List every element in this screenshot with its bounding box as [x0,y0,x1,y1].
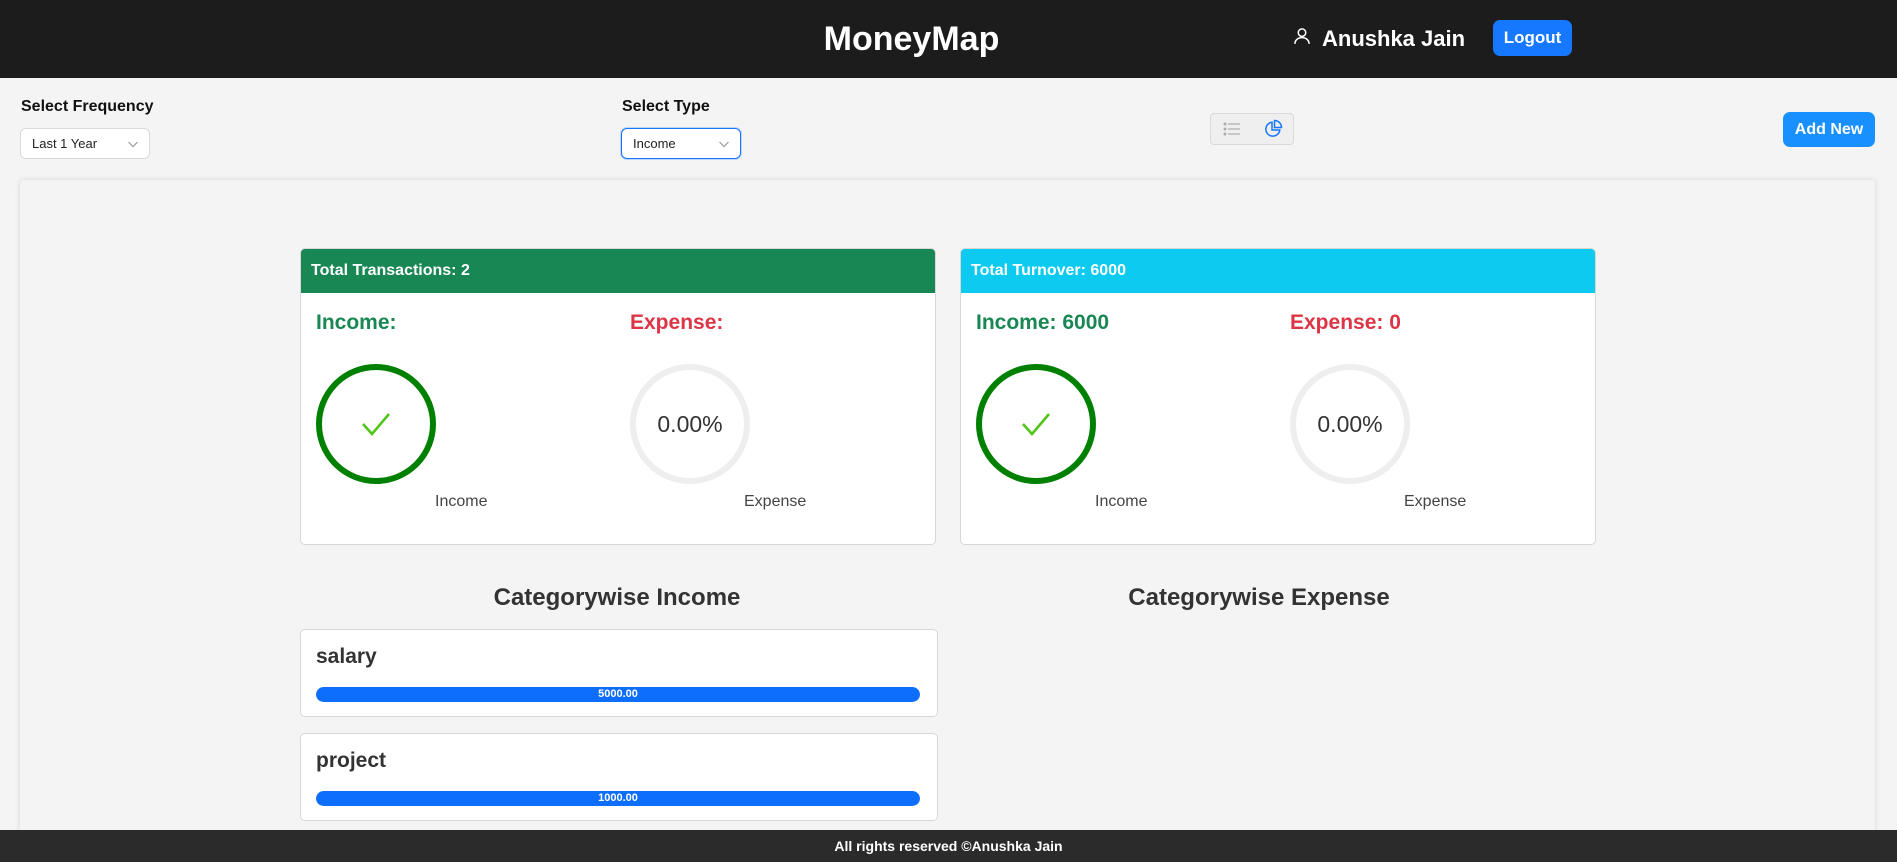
list-view-toggle[interactable] [1211,114,1252,144]
frequency-label: Select Frequency [21,98,154,115]
category-progress-track: 5000.00 [316,687,920,702]
list-icon [1222,122,1240,136]
check-icon [362,413,390,436]
analytics-panel [20,180,1875,862]
income-ring-label: Income [1095,493,1148,510]
chevron-down-icon [719,141,729,147]
user-menu[interactable]: Anushka Jain [1292,22,1465,56]
total-turnover-header: Total Turnover: 6000 [961,249,1595,293]
expense-percent: 0.00% [1317,411,1383,437]
type-select[interactable]: Income [621,128,741,159]
category-progress-track: 1000.00 [316,791,920,806]
total-transactions-header: Total Transactions: 2 [301,249,935,293]
top-navbar: MoneyMap Anushka Jain Logout [0,0,1897,78]
type-label: Select Type [622,98,710,115]
categorywise-expense-title: Categorywise Expense [1128,584,1390,611]
user-icon [1292,26,1312,52]
expense-ring-label: Expense [1404,493,1467,510]
frequency-select[interactable]: Last 1 Year [20,128,150,159]
pie-chart-icon [1264,119,1282,137]
income-progress-ring [976,364,1096,484]
expense-title: Expense: [630,311,724,334]
check-icon [1022,413,1050,436]
logout-button[interactable]: Logout [1493,20,1572,56]
income-ring-label: Income [435,493,488,510]
expense-percent: 0.00% [657,411,723,437]
category-card: salary 5000.00 [300,629,938,717]
categorywise-income-title: Categorywise Income [493,584,741,611]
income-title: Income: [316,311,397,334]
user-name: Anushka Jain [1322,26,1466,51]
category-progress-bar: 5000.00 [316,687,920,702]
expense-ring-label: Expense [744,493,807,510]
expense-title: Expense: 0 [1290,311,1401,334]
category-name: salary [316,645,377,668]
total-transactions-card: Total Transactions: 2 Income: Expense: I… [300,248,936,545]
category-name: project [316,749,387,772]
add-new-button[interactable]: Add New [1783,112,1875,147]
income-title: Income: 6000 [976,311,1110,334]
type-value: Income [633,136,676,151]
category-card: project 1000.00 [300,733,938,821]
category-progress-bar: 1000.00 [316,791,920,806]
view-toggle [1210,113,1294,145]
footer: All rights reserved ©Anushka Jain [0,830,1897,862]
chevron-down-icon [128,141,138,147]
frequency-value: Last 1 Year [32,136,98,151]
chart-view-toggle[interactable] [1252,114,1293,144]
income-progress-ring [316,364,436,484]
total-turnover-card: Total Turnover: 6000 Income: 6000 Expens… [960,248,1596,545]
